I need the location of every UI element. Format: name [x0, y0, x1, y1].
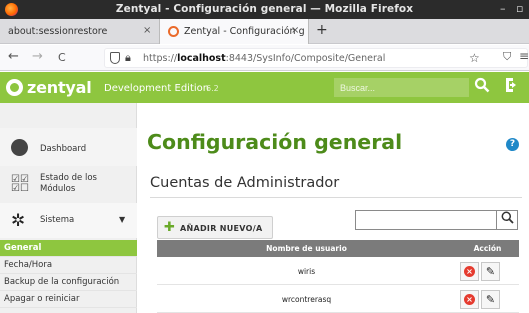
app-header: zentyal Development Edition 6.2	[0, 72, 529, 103]
lock-icon[interactable]: 🔒︎	[125, 51, 131, 65]
modules-status-icon: ☑☑ ☑☐	[11, 174, 29, 194]
sidebar-subitem-apagar[interactable]: Apagar o reiniciar	[0, 291, 137, 308]
sidebar: Dashboard ☑☑ ☑☐ Estado de los Módulos ✲ S…	[0, 103, 137, 313]
brand-name: zentyal	[27, 78, 92, 97]
maximize-button[interactable]: ▫	[516, 2, 523, 15]
new-tab-button[interactable]: +	[316, 22, 328, 38]
sidebar-subitem-fecha-hora[interactable]: Fecha/Hora	[0, 257, 137, 274]
table-header: Nombre de usuario Acción	[157, 240, 519, 257]
table-row: wiris × ✎	[157, 258, 519, 285]
sidebar-subitem-backup[interactable]: Backup de la configuración	[0, 274, 137, 291]
delete-icon: ×	[464, 294, 475, 305]
edition-label: Development Edition	[104, 83, 210, 94]
sidebar-item-modules-status[interactable]: ☑☑ ☑☐ Estado de los Módulos	[0, 166, 137, 203]
section-title: Cuentas de Administrador	[150, 175, 340, 191]
bookmark-star-icon[interactable]: ☆	[469, 51, 480, 65]
sidebar-item-label: Estado de los Módulos	[40, 173, 97, 194]
pencil-icon: ✎	[485, 293, 496, 306]
delete-button[interactable]: ×	[460, 290, 479, 309]
search-input[interactable]	[334, 78, 469, 97]
window-title: Zentyal - Configuración general — Mozill…	[115, 3, 414, 15]
url-text[interactable]: https://localhost:8443/SysInfo/Composite…	[143, 53, 385, 64]
navigation-bar: ← → C 🔒︎ https://localhost:8443/SysInfo/…	[0, 45, 529, 71]
zentyal-logo-icon	[6, 79, 23, 96]
search-icon[interactable]	[474, 77, 494, 97]
dashboard-icon	[11, 139, 28, 156]
column-header-username: Nombre de usuario	[266, 244, 347, 253]
table-search-input[interactable]	[355, 210, 497, 230]
tab-zentyal[interactable]: Zentyal - Configuración g ×	[159, 19, 309, 44]
add-new-label: AÑADIR NUEVO/A	[180, 224, 263, 233]
sidebar-item-label: Sistema	[40, 215, 75, 225]
back-button[interactable]: ←	[8, 49, 19, 64]
reload-button[interactable]: C	[58, 51, 66, 64]
table-row: wrcontrerasq × ✎	[157, 286, 519, 313]
sidebar-item-label: Dashboard	[40, 144, 87, 154]
delete-button[interactable]: ×	[460, 262, 479, 281]
close-tab-icon[interactable]: ×	[291, 25, 299, 36]
window-titlebar: Zentyal - Configuración general — Mozill…	[0, 0, 529, 19]
column-header-action: Acción	[473, 244, 502, 253]
logout-icon[interactable]	[504, 76, 520, 98]
tab-label: Zentyal - Configuración g	[184, 26, 305, 37]
chevron-down-icon: ▼	[119, 215, 126, 224]
minimize-button[interactable]: –	[500, 2, 506, 15]
delete-icon: ×	[464, 266, 475, 277]
zentyal-favicon-icon	[168, 26, 179, 37]
url-bar[interactable]: 🔒︎ https://localhost:8443/SysInfo/Compos…	[104, 48, 528, 68]
add-new-button[interactable]: ✚ AÑADIR NUEVO/A	[157, 216, 273, 239]
tracking-shield-icon[interactable]	[110, 52, 120, 64]
pocket-icon[interactable]: ⛉	[503, 50, 511, 64]
edit-button[interactable]: ✎	[481, 290, 500, 309]
username-cell: wrcontrerasq	[281, 295, 332, 304]
username-cell: wiris	[297, 267, 316, 276]
tab-label: about:sessionrestore	[8, 26, 108, 37]
tab-bar: about:sessionrestore × Zentyal - Configu…	[0, 19, 529, 44]
forward-button[interactable]: →	[32, 49, 43, 64]
edit-button[interactable]: ✎	[481, 262, 500, 281]
close-tab-icon[interactable]: ×	[143, 25, 151, 36]
tab-session-restore[interactable]: about:sessionrestore ×	[0, 19, 158, 44]
sidebar-item-sistema[interactable]: ✲ Sistema ▼	[0, 203, 137, 238]
hamburger-menu-icon[interactable]: ≡	[519, 49, 529, 63]
version-label: 6.2	[206, 84, 219, 93]
plus-icon: ✚	[164, 220, 175, 235]
section-divider	[150, 197, 522, 198]
gear-icon: ✲	[11, 211, 26, 231]
main-content: Configuración general ? Cuentas de Admin…	[137, 103, 529, 313]
table-search-icon[interactable]	[497, 210, 518, 230]
help-icon[interactable]: ?	[506, 138, 519, 151]
page-title: Configuración general	[147, 130, 403, 154]
sidebar-subitem-general[interactable]: General	[0, 240, 137, 257]
sidebar-item-dashboard[interactable]: Dashboard	[0, 128, 137, 166]
pencil-icon: ✎	[485, 265, 496, 278]
